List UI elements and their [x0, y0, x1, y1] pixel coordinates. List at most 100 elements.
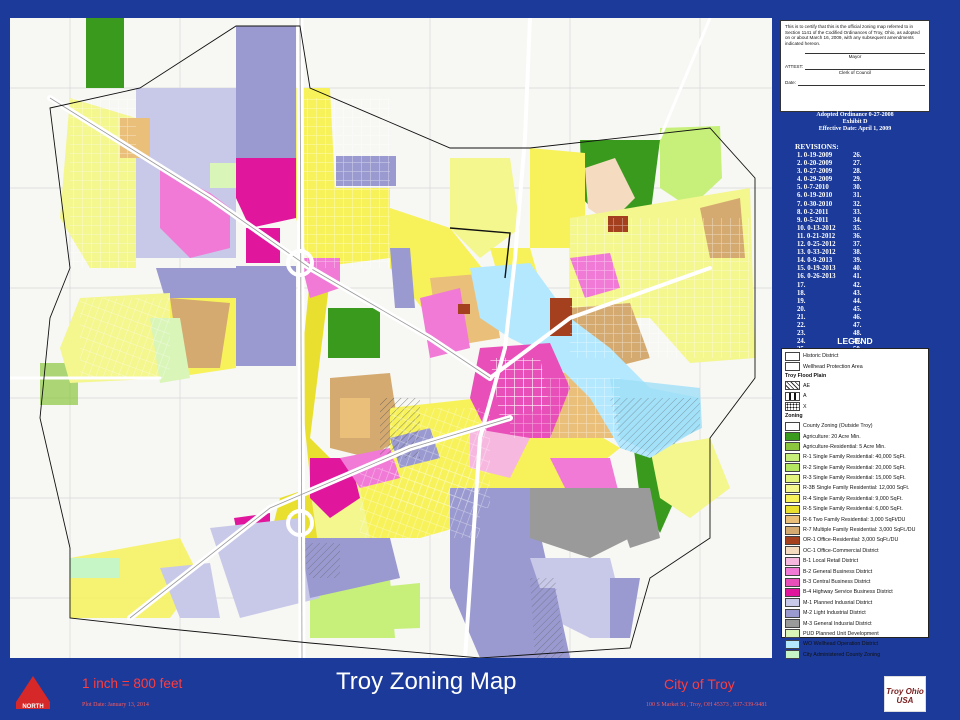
legend-label: M-1 Planned Indusrial District	[803, 599, 873, 606]
legend-swatch	[785, 473, 800, 483]
revision-row: 3. 0-27-2009 28.	[797, 168, 917, 176]
revision-entry: 12. 0-25-2012	[797, 241, 836, 249]
revision-entry: 33.	[853, 208, 862, 216]
revision-entry: 44.	[853, 297, 862, 305]
legend-swatch	[785, 556, 800, 566]
flood-plain-heading: Troy Flood Plain	[785, 373, 827, 380]
revision-row: 13. 0-33-2012 38.	[797, 249, 917, 257]
legend-item: M-3 General Indusrial District	[785, 618, 925, 629]
legend-label: X	[803, 403, 807, 410]
legend-item: R-6 Two Family Residential: 3,000 SqFt/D…	[785, 514, 925, 525]
legend-item: B-4 Highway Service Business District	[785, 587, 925, 597]
legend-item: B-3 Central Business District	[785, 577, 925, 587]
revision-entry: 39.	[853, 257, 862, 265]
legend-swatch	[785, 515, 800, 525]
revisions-list: 1. 0-19-2009 26. 2. 0-20-2009 27. 3. 0-27-20…	[797, 152, 917, 354]
legend-item: A	[785, 391, 925, 401]
map-sidebar: This is to certify that this is the offi…	[775, 18, 953, 660]
revision-entry: 21.	[797, 313, 806, 321]
revision-entry: 17.	[797, 281, 806, 289]
revision-entry: 6. 0-19-2010	[797, 192, 833, 200]
legend-item: City Administered County Zoning	[785, 650, 925, 660]
date-label: Date:	[785, 79, 796, 85]
adoption-effective-date: Effective Date: April 1, 2009	[818, 126, 892, 132]
adoption-exhibit: Exhibit D	[842, 119, 868, 125]
legend-swatch	[785, 619, 800, 629]
revision-entry: 29.	[853, 176, 862, 184]
troy-ohio-logo: Troy Ohio USA	[884, 676, 926, 712]
legend-label: R-1 Single Family Residential: 40,000 Sq…	[803, 454, 906, 461]
legend-label: Historic District	[803, 353, 839, 360]
legend-swatch	[785, 442, 800, 452]
legend-label: WO Wellhead Operation District	[803, 641, 878, 648]
legend-swatch	[785, 587, 800, 597]
revision-row: 7. 0-30-2010 32.	[797, 201, 917, 209]
legend-item: M-1 Planned Indusrial District	[785, 598, 925, 608]
zoning-map[interactable]	[10, 18, 772, 658]
legend-swatch	[785, 525, 800, 535]
legend-swatch	[785, 535, 800, 545]
legend-swatch	[785, 362, 800, 372]
revision-entry: 34.	[853, 216, 862, 224]
legend-label: Wellhead Protection Area	[803, 363, 863, 370]
zoning-heading: Zoning	[785, 413, 803, 420]
legend-label: OC-1 Office-Commercial District	[803, 547, 879, 554]
revision-entry: 41.	[853, 273, 862, 281]
legend-swatch	[785, 381, 800, 391]
legend-label: Agriculture-Residential: 5 Acre Min.	[803, 443, 886, 450]
attest-signature-line	[805, 62, 925, 70]
revision-row: 5. 0-7-2010 30.	[797, 184, 917, 192]
legend-label: R-3B Single Family Residential: 12,000 S…	[803, 485, 910, 492]
revision-row: 21. 46.	[797, 314, 917, 322]
certification-text: This is to certify that this is the offi…	[785, 24, 920, 46]
date-line	[797, 78, 925, 86]
title-bar: NORTH 1 inch = 800 feet Troy Zoning Map …	[10, 660, 953, 716]
revision-row: 22. 47.	[797, 322, 917, 330]
revision-entry: 26.	[853, 152, 862, 159]
revision-row: 8. 0-2-2011 33.	[797, 209, 917, 217]
revision-entry: 46.	[853, 313, 862, 321]
revision-row: 20. 45.	[797, 306, 917, 314]
revision-entry: 2. 0-20-2009	[797, 160, 833, 168]
revision-entry: 8. 0-2-2011	[797, 208, 829, 216]
legend-item: B-2 General Business District	[785, 566, 925, 577]
legend-label: M-3 General Indusrial District	[803, 620, 872, 627]
revision-entry: 38.	[853, 249, 862, 257]
legend-label: R-6 Two Family Residential: 3,000 SqFt/D…	[803, 516, 906, 523]
legend-label: B-3 Central Business District	[803, 579, 871, 585]
legend-swatch	[785, 577, 800, 587]
north-label: NORTH	[22, 704, 43, 710]
revision-entry: 13. 0-33-2012	[797, 249, 836, 257]
legend-label: County Zoning (Outside Troy)	[803, 423, 873, 430]
legend-label: Agriculture: 20 Acre Min.	[803, 433, 861, 440]
revision-entry: 5. 0-7-2010	[797, 184, 829, 192]
legend-label: PUD Planned Unit Development	[803, 630, 879, 637]
revision-row: 14. 0-9-2013 39.	[797, 257, 917, 265]
revision-row: 2. 0-20-2009 27.	[797, 160, 917, 168]
legend: Historic District Wellhead Protection Are…	[781, 348, 929, 660]
legend-label: OR-1 Office-Residential: 3,000 SqFt./DU	[803, 537, 899, 544]
legend-swatch	[785, 463, 800, 473]
legend-item: R-1 Single Family Residential: 40,000 Sq…	[785, 452, 925, 462]
revision-entry: 16. 0-26-2013	[797, 273, 836, 281]
attest-label: ATTEST:	[785, 64, 804, 70]
legend-item: Agriculture-Residential: 5 Acre Min.	[785, 442, 925, 452]
revision-entry: 1. 0-19-2009	[797, 152, 833, 159]
legend-label: M-2 Light Industrial District	[803, 610, 866, 617]
legend-item: County Zoning (Outside Troy)	[785, 421, 925, 431]
revision-entry: 9. 0-5-2011	[797, 216, 829, 224]
revision-row: 15. 0-19-2013 40.	[797, 265, 917, 273]
adoption-info: Adopted Ordinance 0-27-2008 Exhibit D Ef…	[775, 112, 935, 133]
legend-label: A	[803, 393, 807, 400]
legend-item: Historic District	[785, 351, 925, 361]
legend-swatch	[785, 608, 800, 618]
legend-item: R-2 Single Family Residential: 20,000 Sq…	[785, 463, 925, 473]
mayor-signature-line	[805, 46, 925, 55]
legend-label: R-4 Single Family Residential: 9,000 SqF…	[803, 495, 903, 502]
legend-swatch	[785, 351, 800, 361]
adoption-ordinance: Adopted Ordinance 0-27-2008	[816, 112, 894, 118]
plot-date: Plot Date: January 13, 2014	[82, 702, 149, 708]
legend-swatch	[785, 546, 800, 556]
legend-swatch	[785, 629, 800, 639]
legend-label: R-2 Single Family Residential: 20,000 Sq…	[803, 464, 906, 471]
